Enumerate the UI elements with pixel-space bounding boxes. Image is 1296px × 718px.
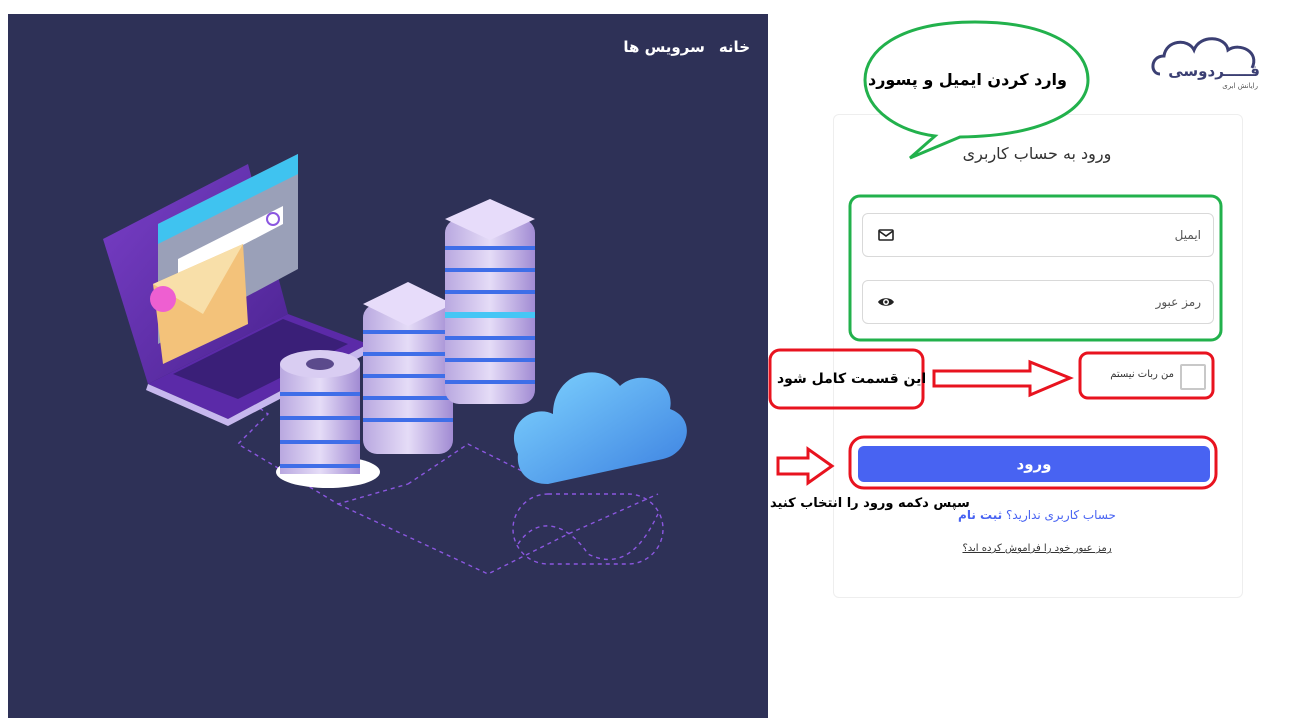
login-card xyxy=(833,114,1243,598)
email-field[interactable] xyxy=(862,213,1214,257)
brand-logo[interactable]: فـــــردوسی رایانش ابری xyxy=(1148,26,1266,98)
eye-icon[interactable] xyxy=(877,293,895,311)
password-input[interactable] xyxy=(911,281,1203,323)
server-tower-tall xyxy=(445,199,535,404)
server-tower-middle xyxy=(363,282,453,454)
recaptcha-widget[interactable]: من ربات نیستم xyxy=(1084,358,1210,394)
annotation-complete-section: این قسمت کامل شود xyxy=(777,371,927,387)
logo-tagline: رایانش ابری xyxy=(1222,82,1258,90)
no-account-text: حساب کاربری ندارید؟ xyxy=(1005,508,1116,522)
captcha-label: من ربات نیستم xyxy=(1110,369,1174,380)
captcha-checkbox[interactable] xyxy=(1180,364,1206,390)
hero-illustration xyxy=(103,154,687,575)
annotation-enter-credentials: وارد کردن ایمیل و پسورد xyxy=(868,70,1067,89)
email-input[interactable] xyxy=(911,214,1203,256)
top-strip xyxy=(0,0,1296,14)
mail-icon xyxy=(878,229,894,241)
cloud-illustration xyxy=(513,372,687,484)
annotation-then-click: سپس دکمه ورود را انتخاب کنید xyxy=(770,496,970,511)
hero-panel: خانه سرویس ها xyxy=(8,14,768,718)
forgot-password-link[interactable]: رمز عبور خود را فراموش کرده اید؟ xyxy=(833,543,1241,554)
login-title: ورود به حساب کاربری xyxy=(962,144,1112,163)
password-field[interactable] xyxy=(862,280,1214,324)
logo-name: فـــــردوسی xyxy=(1168,62,1260,80)
arrow-right-icon xyxy=(776,446,835,486)
login-button[interactable]: ورود xyxy=(858,446,1210,482)
